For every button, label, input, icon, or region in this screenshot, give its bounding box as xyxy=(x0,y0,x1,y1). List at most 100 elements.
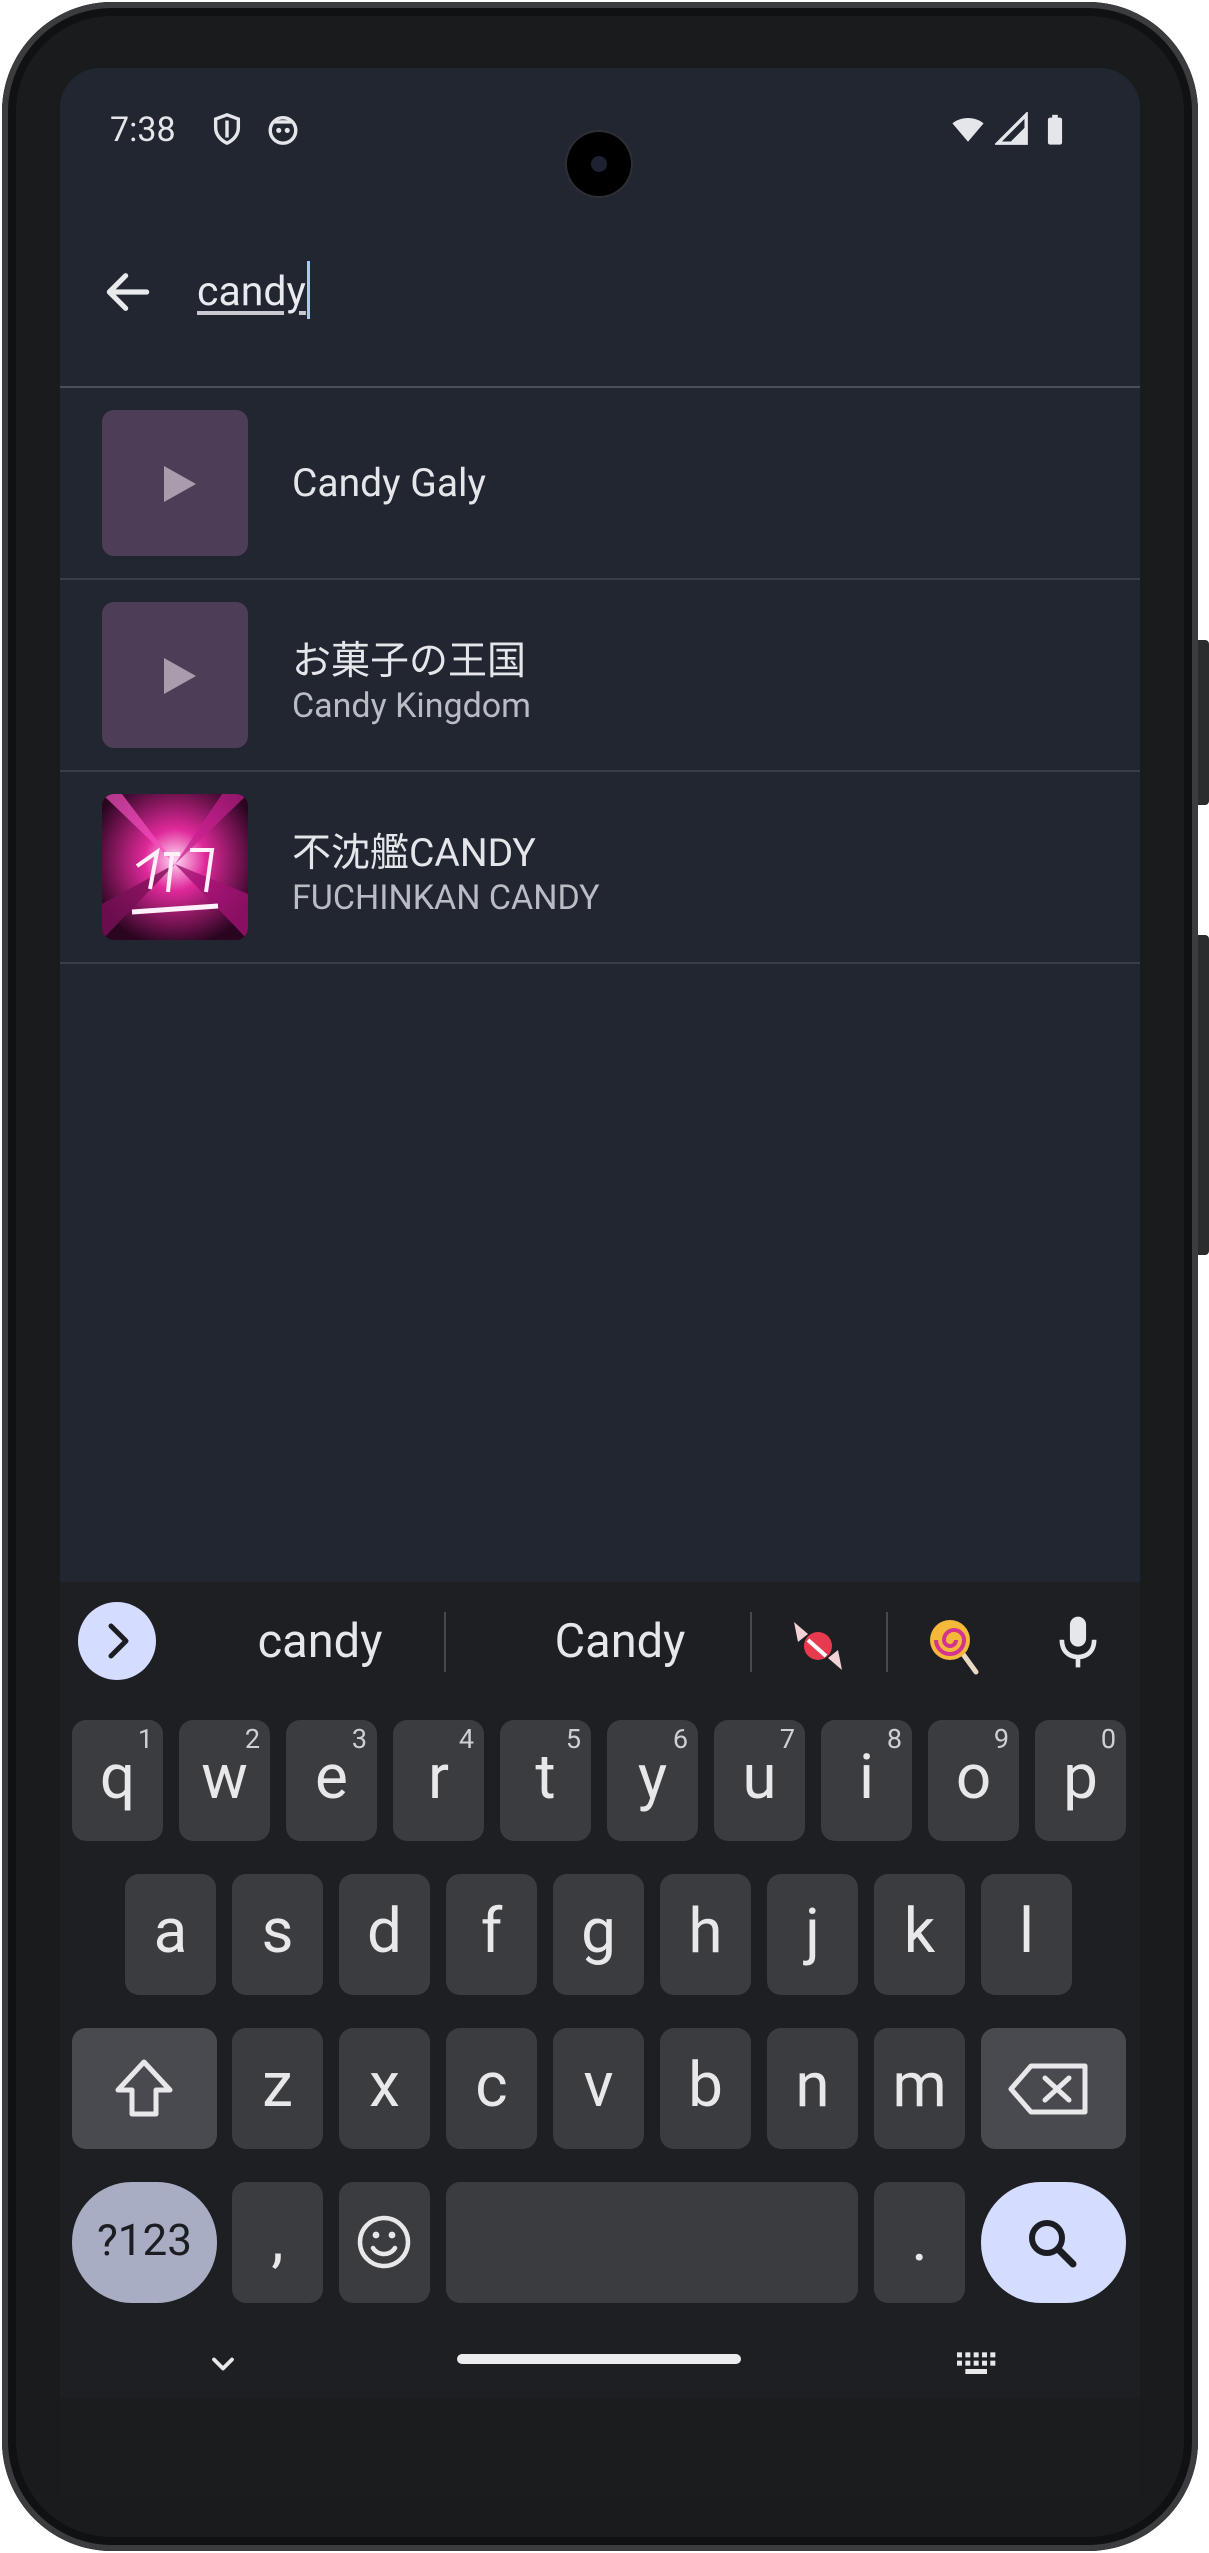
keyboard-switch-icon[interactable] xyxy=(952,2344,1002,2384)
key-label: e xyxy=(315,1741,348,1814)
key-c[interactable]: c xyxy=(446,2028,537,2149)
space-key[interactable] xyxy=(446,2182,858,2303)
key-x[interactable]: x xyxy=(339,2028,430,2149)
result-subtitle: Candy Kingdom xyxy=(292,686,531,726)
shift-key[interactable] xyxy=(72,2028,217,2149)
backspace-icon xyxy=(1008,2063,1088,2115)
search-input[interactable]: candy xyxy=(197,261,1077,322)
key-label: u xyxy=(742,1741,777,1814)
key-hint: 3 xyxy=(351,1723,367,1755)
key-g[interactable]: g xyxy=(553,1874,644,1995)
key-label: r xyxy=(427,1741,449,1814)
emoji-key[interactable] xyxy=(339,2182,430,2303)
key-e[interactable]: e3 xyxy=(286,1720,377,1841)
key-label: i xyxy=(858,1741,875,1814)
suggestion-2[interactable]: Candy xyxy=(460,1614,780,1669)
result-thumbnail xyxy=(102,602,248,748)
volume-button xyxy=(1198,935,1209,1255)
key-label: p xyxy=(1063,1741,1098,1814)
key-s[interactable]: s xyxy=(232,1874,323,1995)
lollipop-emoji-icon[interactable] xyxy=(924,1614,984,1676)
key-label: o xyxy=(955,1741,992,1814)
expand-toolbar-button[interactable] xyxy=(78,1602,156,1680)
key-i[interactable]: i8 xyxy=(821,1720,912,1841)
key-p[interactable]: p0 xyxy=(1035,1720,1126,1841)
suggestion-separator xyxy=(444,1612,446,1672)
key-y[interactable]: y6 xyxy=(607,1720,698,1841)
comma-key[interactable]: , xyxy=(232,2182,323,2303)
suggestion-1[interactable]: candy xyxy=(210,1614,430,1669)
result-item[interactable]: Candy Galy xyxy=(60,388,1140,578)
result-item[interactable]: お菓子の王国 Candy Kingdom xyxy=(60,580,1140,770)
backspace-key[interactable] xyxy=(981,2028,1126,2149)
bottom-chin xyxy=(60,2398,1140,2498)
key-hint: 7 xyxy=(779,1723,795,1755)
status-bar: 7:38 xyxy=(60,68,1140,198)
key-m[interactable]: m xyxy=(874,2028,965,2149)
bug-robot-icon xyxy=(268,115,298,145)
symbols-key[interactable]: ?123 xyxy=(72,2182,217,2303)
navigation-bar xyxy=(60,2318,1140,2398)
search-icon xyxy=(1029,2220,1077,2268)
power-button xyxy=(1198,640,1209,805)
key-j[interactable]: j xyxy=(767,1874,858,1995)
suggestion-strip: candy Candy xyxy=(60,1582,1140,1700)
key-b[interactable]: b xyxy=(660,2028,751,2149)
album-art-image xyxy=(102,794,248,940)
phone-frame: 7:38 candy Candy Galy お菓子の王国 Candy Kingd… xyxy=(0,0,1209,2553)
period-key[interactable]: . xyxy=(874,2182,965,2303)
key-hint: 5 xyxy=(565,1723,581,1755)
key-w[interactable]: w2 xyxy=(179,1720,270,1841)
suggestion-separator xyxy=(886,1612,888,1672)
key-hint: 6 xyxy=(672,1723,688,1755)
battery-icon xyxy=(1047,114,1063,145)
emoji-icon xyxy=(357,2215,411,2269)
key-hint: 9 xyxy=(993,1723,1009,1755)
key-hint: 4 xyxy=(458,1723,474,1755)
key-u[interactable]: u7 xyxy=(714,1720,805,1841)
microphone-icon[interactable] xyxy=(1050,1612,1106,1672)
chevron-right-icon xyxy=(108,1623,129,1659)
home-indicator[interactable] xyxy=(457,2354,741,2364)
hide-keyboard-chevron-icon[interactable] xyxy=(205,2346,241,2382)
key-hint: 1 xyxy=(137,1723,153,1755)
key-label: w xyxy=(201,1741,248,1814)
candy-emoji-icon[interactable] xyxy=(788,1616,848,1676)
key-h[interactable]: h xyxy=(660,1874,751,1995)
key-k[interactable]: k xyxy=(874,1874,965,1995)
result-item[interactable]: 不沈艦CANDY FUCHINKAN CANDY xyxy=(60,772,1140,962)
result-title: Candy Galy xyxy=(292,460,486,506)
key-label: t xyxy=(535,1741,556,1814)
key-o[interactable]: o9 xyxy=(928,1720,1019,1841)
result-subtitle: FUCHINKAN CANDY xyxy=(292,878,600,918)
key-z[interactable]: z xyxy=(232,2028,323,2149)
text-caret xyxy=(306,261,310,320)
status-time: 7:38 xyxy=(110,110,176,150)
play-icon xyxy=(164,658,196,694)
key-n[interactable]: n xyxy=(767,2028,858,2149)
shift-icon xyxy=(115,2059,173,2117)
key-v[interactable]: v xyxy=(553,2028,644,2149)
album-art-thumbnail xyxy=(102,794,248,940)
screen: 7:38 candy Candy Galy お菓子の王国 Candy Kingd… xyxy=(60,68,1140,2398)
arrow-back-icon[interactable] xyxy=(100,264,156,320)
key-hint: 2 xyxy=(244,1723,260,1755)
key-f[interactable]: f xyxy=(446,1874,537,1995)
key-d[interactable]: d xyxy=(339,1874,430,1995)
search-input-text: candy xyxy=(197,268,306,316)
key-l[interactable]: l xyxy=(981,1874,1072,1995)
key-q[interactable]: q1 xyxy=(72,1720,163,1841)
suggestion-separator xyxy=(750,1612,752,1672)
result-title: 不沈艦CANDY xyxy=(292,830,536,876)
key-t[interactable]: t5 xyxy=(500,1720,591,1841)
shield-icon xyxy=(213,113,241,146)
front-camera xyxy=(567,132,631,196)
key-r[interactable]: r4 xyxy=(393,1720,484,1841)
result-divider xyxy=(60,962,1140,964)
key-a[interactable]: a xyxy=(125,1874,216,1995)
key-hint: 0 xyxy=(1100,1723,1116,1755)
result-title: お菓子の王国 xyxy=(292,638,527,684)
play-icon xyxy=(164,466,196,502)
soft-keyboard: candy Candy q 1 w 2 e 3 r 4 t 5 y 6 u 7 … xyxy=(60,1582,1140,2398)
search-key[interactable] xyxy=(981,2182,1126,2303)
